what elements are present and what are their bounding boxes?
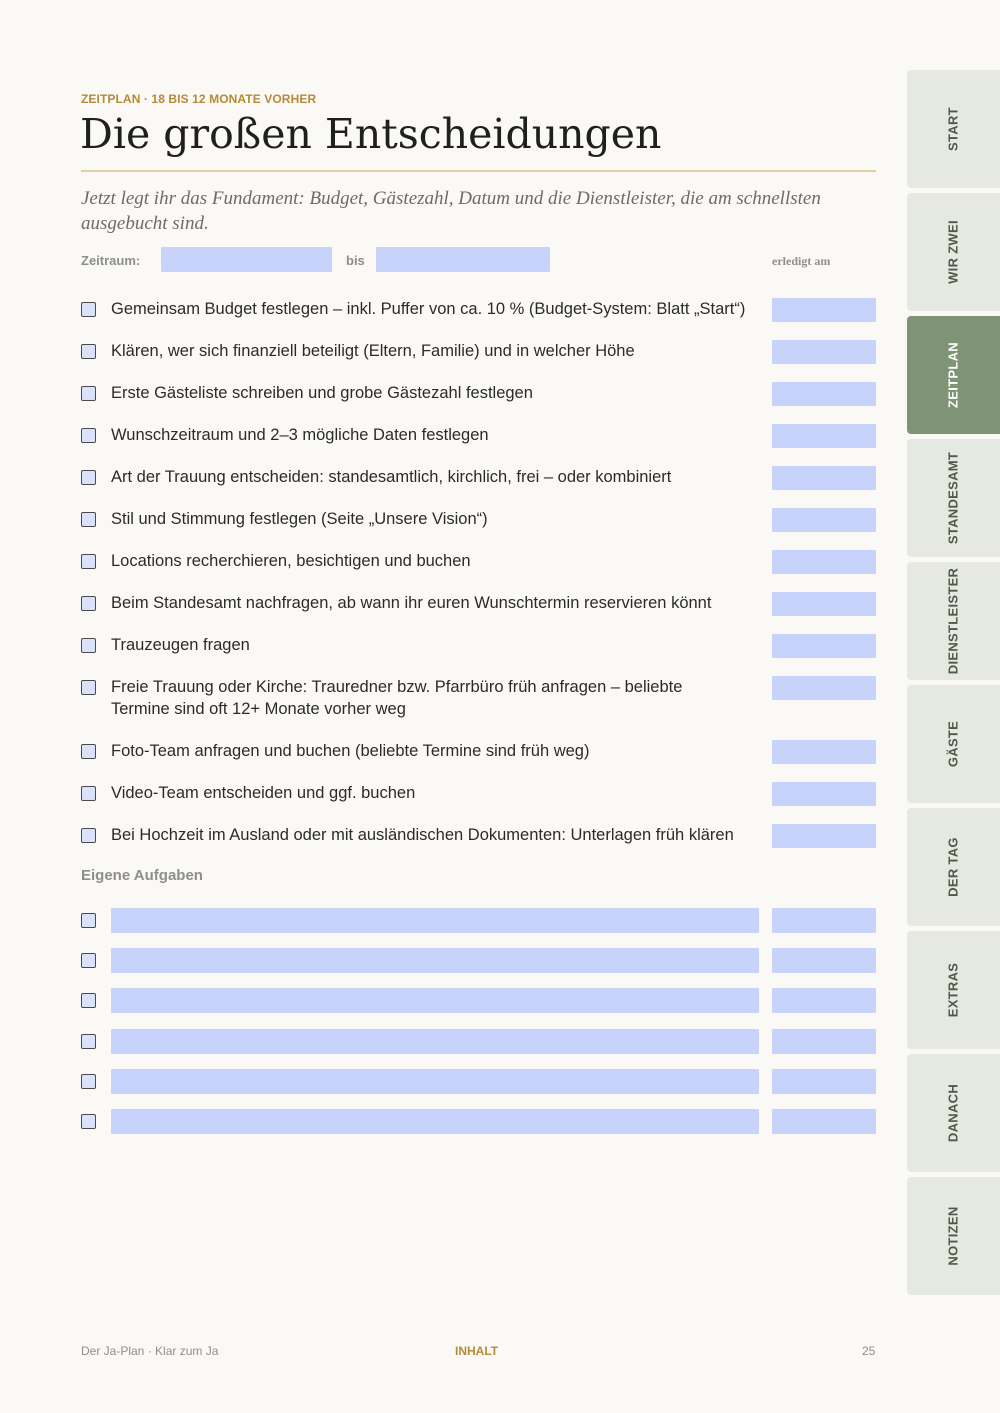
- own-task-checkbox[interactable]: [81, 1034, 96, 1049]
- task-done-date-field[interactable]: [772, 676, 876, 700]
- task-done-date-field[interactable]: [772, 340, 876, 364]
- own-tasks-heading: Eigene Aufgaben: [81, 867, 203, 884]
- task-done-date-field[interactable]: [772, 824, 876, 848]
- task-done-date-field[interactable]: [772, 298, 876, 322]
- own-task-checkbox[interactable]: [81, 993, 96, 1008]
- tab-label: DANACH: [945, 1083, 961, 1143]
- tab-dienstleister[interactable]: DIENSTLEISTER: [907, 562, 1000, 680]
- own-task-checkbox[interactable]: [81, 953, 96, 968]
- task-text: Locations recherchieren, besichtigen und…: [111, 552, 471, 570]
- task-done-date-field[interactable]: [772, 592, 876, 616]
- task-checkbox[interactable]: [81, 744, 96, 759]
- tab-label: WIR ZWEI: [945, 220, 961, 284]
- task-checkbox[interactable]: [81, 470, 96, 485]
- task-text: Freie Trauung oder Kirche: Trauredner bz…: [111, 678, 683, 718]
- tab-standesamt[interactable]: STANDESAMT: [907, 439, 1000, 557]
- task-checkbox[interactable]: [81, 786, 96, 801]
- task-text: Gemeinsam Budget festlegen – inkl. Puffe…: [111, 300, 746, 318]
- own-task-text-field[interactable]: [111, 988, 759, 1013]
- tab-label: EXTRAS: [945, 962, 961, 1018]
- tab-extras[interactable]: EXTRAS: [907, 931, 1000, 1049]
- task-checkbox[interactable]: [81, 596, 96, 611]
- task-checkbox[interactable]: [81, 638, 96, 653]
- task-checkbox[interactable]: [81, 302, 96, 317]
- tab-label: GÄSTE: [945, 720, 961, 768]
- tab-notizen[interactable]: NOTIZEN: [907, 1177, 1000, 1295]
- title-divider: [81, 170, 876, 172]
- task-checkbox[interactable]: [81, 512, 96, 527]
- tab-start[interactable]: START: [907, 70, 1000, 188]
- task-text: Wunschzeitraum und 2–3 mögliche Daten fe…: [111, 426, 489, 444]
- task-checkbox[interactable]: [81, 428, 96, 443]
- tab-zeitplan[interactable]: ZEITPLAN: [907, 316, 1000, 434]
- own-task-text-field[interactable]: [111, 1109, 759, 1134]
- own-task-done-date-field[interactable]: [772, 908, 876, 933]
- task-checkbox[interactable]: [81, 344, 96, 359]
- own-task-text-field[interactable]: [111, 1029, 759, 1054]
- own-task-done-date-field[interactable]: [772, 1109, 876, 1134]
- task-done-date-field[interactable]: [772, 424, 876, 448]
- tab-der-tag[interactable]: DER TAG: [907, 808, 1000, 926]
- task-done-date-field[interactable]: [772, 740, 876, 764]
- own-task-done-date-field[interactable]: [772, 1029, 876, 1054]
- task-text: Bei Hochzeit im Ausland oder mit ausländ…: [111, 826, 734, 844]
- tab-wir-zwei[interactable]: WIR ZWEI: [907, 193, 1000, 311]
- task-done-date-field[interactable]: [772, 466, 876, 490]
- own-task-done-date-field[interactable]: [772, 988, 876, 1013]
- tab-gaeste[interactable]: GÄSTE: [907, 685, 1000, 803]
- task-text: Stil und Stimmung festlegen (Seite „Unse…: [111, 510, 488, 528]
- task-done-date-field[interactable]: [772, 782, 876, 806]
- task-text: Trauzeugen fragen: [111, 636, 250, 654]
- footer-contents-link[interactable]: INHALT: [455, 1344, 498, 1358]
- own-task-checkbox[interactable]: [81, 913, 96, 928]
- task-text: Klären, wer sich finanziell beteiligt (E…: [111, 342, 635, 360]
- task-text: Video-Team entscheiden und ggf. buchen: [111, 784, 416, 802]
- done-column-header: erledigt am: [772, 254, 831, 268]
- own-task-checkbox[interactable]: [81, 1074, 96, 1089]
- tab-label: DIENSTLEISTER: [945, 567, 961, 675]
- page-number: 25: [862, 1344, 876, 1358]
- page-title: Die großen Entscheidungen: [80, 110, 662, 158]
- own-task-text-field[interactable]: [111, 908, 759, 933]
- task-done-date-field[interactable]: [772, 550, 876, 574]
- own-task-checkbox[interactable]: [81, 1114, 96, 1129]
- task-checkbox[interactable]: [81, 680, 96, 695]
- tab-label: NOTIZEN: [945, 1206, 961, 1266]
- task-checkbox[interactable]: [81, 828, 96, 843]
- range-start-field[interactable]: [161, 247, 332, 272]
- task-text: Erste Gästeliste schreiben und grobe Gäs…: [111, 384, 533, 402]
- range-to-label: bis: [346, 253, 365, 268]
- own-task-done-date-field[interactable]: [772, 948, 876, 973]
- task-text: Foto-Team anfragen und buchen (beliebte …: [111, 742, 590, 760]
- task-text: Beim Standesamt nachfragen, ab wann ihr …: [111, 594, 712, 612]
- task-done-date-field[interactable]: [772, 508, 876, 532]
- tab-label: DER TAG: [945, 837, 961, 897]
- task-done-date-field[interactable]: [772, 382, 876, 406]
- tab-label: ZEITPLAN: [945, 342, 961, 408]
- own-task-text-field[interactable]: [111, 948, 759, 973]
- range-end-field[interactable]: [376, 247, 550, 272]
- task-checkbox[interactable]: [81, 386, 96, 401]
- tab-label: START: [945, 107, 961, 151]
- own-task-text-field[interactable]: [111, 1069, 759, 1094]
- own-task-done-date-field[interactable]: [772, 1069, 876, 1094]
- footer-brand: Der Ja-Plan · Klar zum Ja: [81, 1344, 219, 1358]
- page-intro: Jetzt legt ihr das Fundament: Budget, Gä…: [81, 188, 821, 234]
- tab-label: STANDESAMT: [945, 451, 961, 545]
- page-eyebrow: ZEITPLAN · 18 BIS 12 MONATE VORHER: [81, 92, 317, 106]
- tab-danach[interactable]: DANACH: [907, 1054, 1000, 1172]
- task-done-date-field[interactable]: [772, 634, 876, 658]
- task-text: Art der Trauung entscheiden: standesamtl…: [111, 468, 672, 486]
- task-checkbox[interactable]: [81, 554, 96, 569]
- range-label: Zeitraum:: [81, 253, 141, 268]
